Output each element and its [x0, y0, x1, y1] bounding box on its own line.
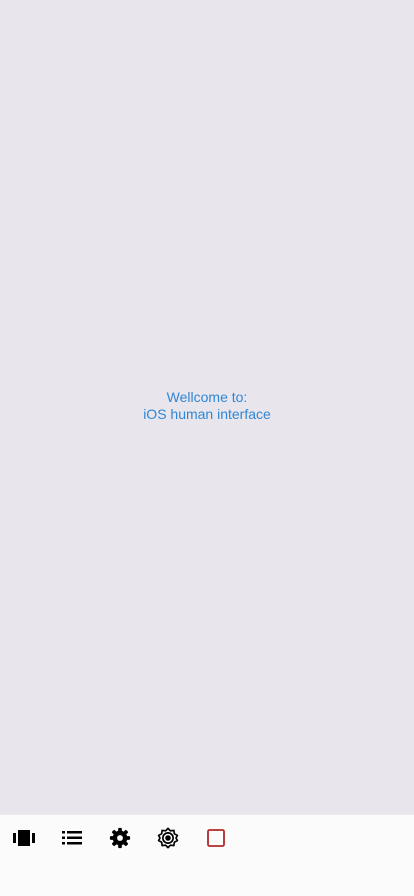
- welcome-line-2: iOS human interface: [143, 406, 271, 422]
- welcome-line-1: Wellcome to:: [166, 389, 248, 405]
- main-screen: Wellcome to: iOS human interface: [0, 0, 414, 814]
- settings-outline-icon: [157, 827, 179, 849]
- tab-settings-filled[interactable]: [107, 825, 133, 851]
- carousel-icon: [13, 830, 35, 846]
- stop-square-icon: [207, 829, 225, 847]
- tab-settings-outline[interactable]: [155, 825, 181, 851]
- settings-filled-icon: [109, 827, 131, 849]
- list-icon: [62, 831, 82, 845]
- tab-bar: [0, 814, 414, 896]
- tab-carousel[interactable]: [11, 825, 37, 851]
- welcome-message: Wellcome to: iOS human interface: [0, 389, 414, 423]
- tab-list[interactable]: [59, 825, 85, 851]
- tab-stop[interactable]: [203, 825, 229, 851]
